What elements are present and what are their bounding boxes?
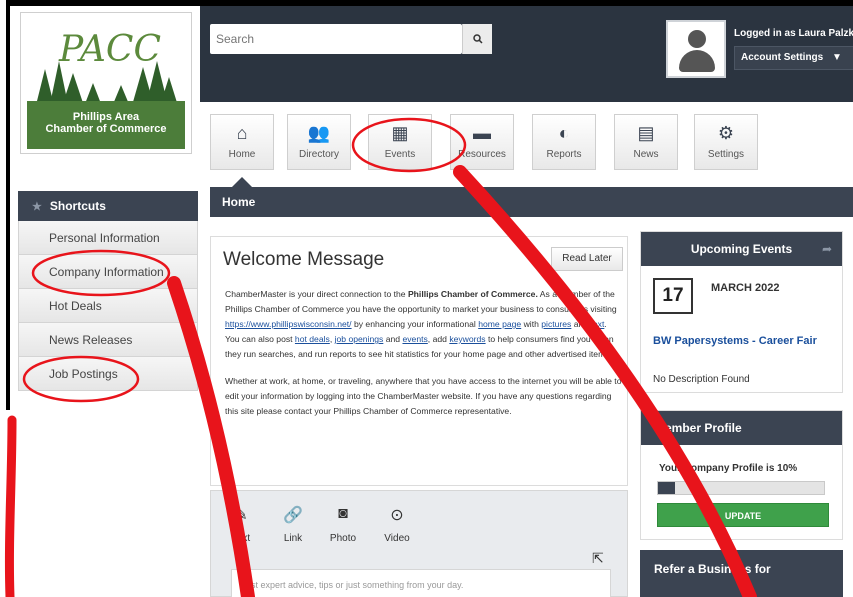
nav-news[interactable]: ▤ News [614, 114, 678, 170]
logo-script-text: PACC [59, 29, 162, 70]
gear-icon: ⚙ [717, 123, 735, 143]
post-input[interactable]: Post expert advice, tips or just somethi… [231, 569, 611, 597]
composer-video-button[interactable]: ⊙ Video [375, 505, 419, 544]
nav-label: Resources [458, 149, 506, 160]
profile-progress-bar [657, 481, 825, 495]
event-month: MARCH 2022 [711, 282, 780, 294]
chamber-name: Phillips Chamber of Commerce. [407, 289, 538, 299]
event-title-link[interactable]: BW Papersystems - Career Fair [653, 332, 839, 351]
play-icon: ⊙ [390, 507, 404, 524]
website-link[interactable]: https://www.phillipswisconsin.net/ [225, 319, 352, 329]
text: ChamberMaster is your direct connection … [225, 289, 408, 299]
active-tab-caret [232, 177, 252, 187]
logo-org-line1: Phillips Area [72, 111, 140, 123]
composer-tool-label: Link [283, 533, 303, 544]
link-icon: 🔗 [283, 507, 303, 524]
avatar-body [679, 50, 715, 72]
refer-business-header: Refer a Business for Membership [640, 550, 843, 597]
welcome-body: ChamberMaster is your direct connection … [225, 287, 623, 419]
chevron-down-icon: ▼ [832, 52, 842, 63]
nav-label: Settings [707, 149, 745, 160]
composer-link-button[interactable]: 🔗 Link [271, 505, 315, 544]
shortcut-company-information[interactable]: Company Information [18, 255, 198, 289]
nav-label: News [633, 149, 659, 160]
composer-tool-label: Photo [329, 533, 357, 544]
member-profile-panel: Member Profile Your Company Profile is 1… [640, 410, 843, 540]
user-avatar[interactable] [666, 20, 726, 78]
share-arrow-icon[interactable]: ➦ [822, 242, 832, 256]
events-link[interactable]: events [402, 334, 427, 344]
keywords-link[interactable]: keywords [449, 334, 485, 344]
shortcut-news-releases[interactable]: News Releases [18, 323, 198, 357]
pie-chart-icon: ◐ [558, 123, 570, 143]
composer-tool-label: Text [231, 533, 251, 544]
nav-label: Events [384, 149, 416, 160]
text: with [521, 319, 542, 329]
text: and [383, 334, 403, 344]
shortcut-personal-information[interactable]: Personal Information [18, 221, 198, 255]
nav-label: Reports [546, 149, 582, 160]
event-description: No Description Found [653, 374, 750, 385]
shortcut-job-postings[interactable]: Job Postings [18, 357, 198, 391]
upcoming-events-panel: Upcoming Events ➦ 17 MARCH 2022 BW Paper… [640, 231, 843, 393]
text-link[interactable]: text [590, 319, 604, 329]
mouse-cursor-icon: ⇱ [592, 550, 604, 566]
pencil-icon: ✎ [234, 507, 248, 524]
nav-home[interactable]: ⌂ Home [210, 114, 274, 170]
home-icon: ⌂ [236, 123, 248, 143]
avatar-head [688, 30, 706, 48]
read-later-button[interactable]: Read Later [551, 247, 623, 271]
news-icon: ▤ [637, 123, 655, 143]
calendar-icon: ▦ [391, 123, 409, 143]
home-page-link[interactable]: home page [478, 319, 521, 329]
nav-events[interactable]: ▦ Events [368, 114, 432, 170]
welcome-paragraph-2: Whether at work, at home, or traveling, … [225, 376, 622, 416]
nav-label: Directory [298, 149, 339, 160]
shortcut-hot-deals[interactable]: Hot Deals [18, 289, 198, 323]
nav-settings[interactable]: ⚙ Settings [694, 114, 758, 170]
post-composer: ✎ Text 🔗 Link ◙ Photo ⊙ Video Post exper… [210, 490, 628, 597]
member-profile-header: Member Profile [641, 411, 842, 445]
composer-text-button[interactable]: ✎ Text [219, 505, 263, 544]
account-settings-label: Account Settings [741, 52, 824, 63]
search-icon[interactable] [462, 24, 492, 54]
people-icon: 👥 [307, 123, 331, 143]
logo-banner: Phillips Area Chamber of Commerce [27, 101, 185, 149]
folder-icon: ▬ [473, 123, 491, 143]
chamber-logo[interactable]: PACC Phillips Area Chamber of Commerce [20, 12, 192, 154]
logo-org-line2: Chamber of Commerce [45, 123, 167, 135]
account-settings-button[interactable]: Account Settings ▼ [734, 46, 853, 70]
shortcuts-panel: ★ Shortcuts Personal Information Company … [18, 191, 198, 391]
nav-resources[interactable]: ▬ Resources [450, 114, 514, 170]
page-title: Home [210, 187, 853, 217]
composer-photo-button[interactable]: ◙ Photo [321, 505, 365, 544]
search-input[interactable] [210, 24, 462, 54]
text: by enhancing your informational [351, 319, 479, 329]
welcome-paragraph-1: ChamberMaster is your direct connection … [225, 287, 623, 362]
profile-progress-fill [658, 482, 675, 494]
welcome-title: Welcome Message [223, 249, 385, 270]
text: and [571, 319, 591, 329]
pictures-link[interactable]: pictures [541, 319, 571, 329]
shortcuts-header: ★ Shortcuts [18, 191, 198, 221]
nav-label: Home [228, 149, 256, 160]
logged-in-text: Logged in as Laura Palzkil [734, 28, 853, 39]
camera-icon: ◙ [338, 505, 348, 522]
text: , add [427, 334, 450, 344]
event-day: 17 [653, 278, 693, 314]
nav-directory[interactable]: 👥 Directory [287, 114, 351, 170]
composer-tool-label: Video [384, 533, 410, 544]
welcome-panel: Welcome Message Read Later ChamberMaster… [210, 236, 628, 486]
upcoming-events-header: Upcoming Events [641, 232, 842, 266]
update-profile-button[interactable]: UPDATE [657, 503, 829, 527]
top-header: Logged in as Laura Palzkil Account Setti… [200, 6, 853, 102]
nav-reports[interactable]: ◐ Reports [532, 114, 596, 170]
job-openings-link[interactable]: job openings [335, 334, 384, 344]
hot-deals-link[interactable]: hot deals [295, 334, 330, 344]
shortcuts-title: Shortcuts [49, 199, 106, 213]
profile-completion-text: Your Company Profile is 10% [659, 463, 798, 474]
star-icon: ★ [32, 201, 42, 213]
